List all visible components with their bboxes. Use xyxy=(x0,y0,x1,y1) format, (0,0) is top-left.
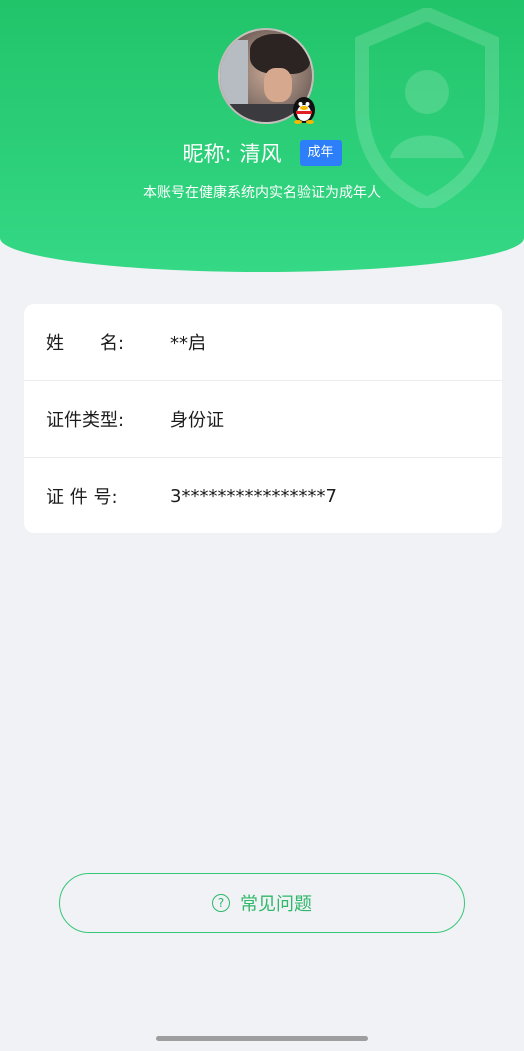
info-row-value: 3****************7 xyxy=(170,485,337,507)
question-circle-icon: ? xyxy=(212,894,230,912)
info-row-name: 姓 名: **启 xyxy=(24,304,502,380)
info-row-value: 身份证 xyxy=(170,410,224,431)
faq-button-label: 常见问题 xyxy=(240,894,312,915)
nickname-value: 清风 xyxy=(239,142,282,166)
shield-watermark-icon xyxy=(355,8,499,208)
info-row-key: 证件类型: xyxy=(46,410,125,431)
info-row-id-type: 证件类型: 身份证 xyxy=(24,380,502,457)
info-row-key: 姓 名: xyxy=(46,333,125,354)
qq-penguin-icon xyxy=(293,97,315,124)
info-row-value: **启 xyxy=(170,333,206,354)
adult-badge: 成年 xyxy=(299,140,342,166)
info-row-key: 证 件 号: xyxy=(46,487,118,508)
faq-button[interactable]: ? 常见问题 xyxy=(59,873,465,933)
nickname-label: 昵称: xyxy=(182,142,232,166)
verify-status-text: 本账号在健康系统内实名验证为成年人 xyxy=(143,185,381,201)
identity-info-card: 姓 名: **启 证件类型: 身份证 证 件 号: 3*************… xyxy=(24,304,502,533)
profile-header: 昵称: 清风 成年 本账号在健康系统内实名验证为成年人 xyxy=(0,0,524,272)
home-indicator[interactable] xyxy=(156,1036,368,1041)
info-row-id-number: 证 件 号: 3****************7 xyxy=(24,457,502,534)
nickname-line: 昵称: 清风 成年 xyxy=(0,136,524,170)
